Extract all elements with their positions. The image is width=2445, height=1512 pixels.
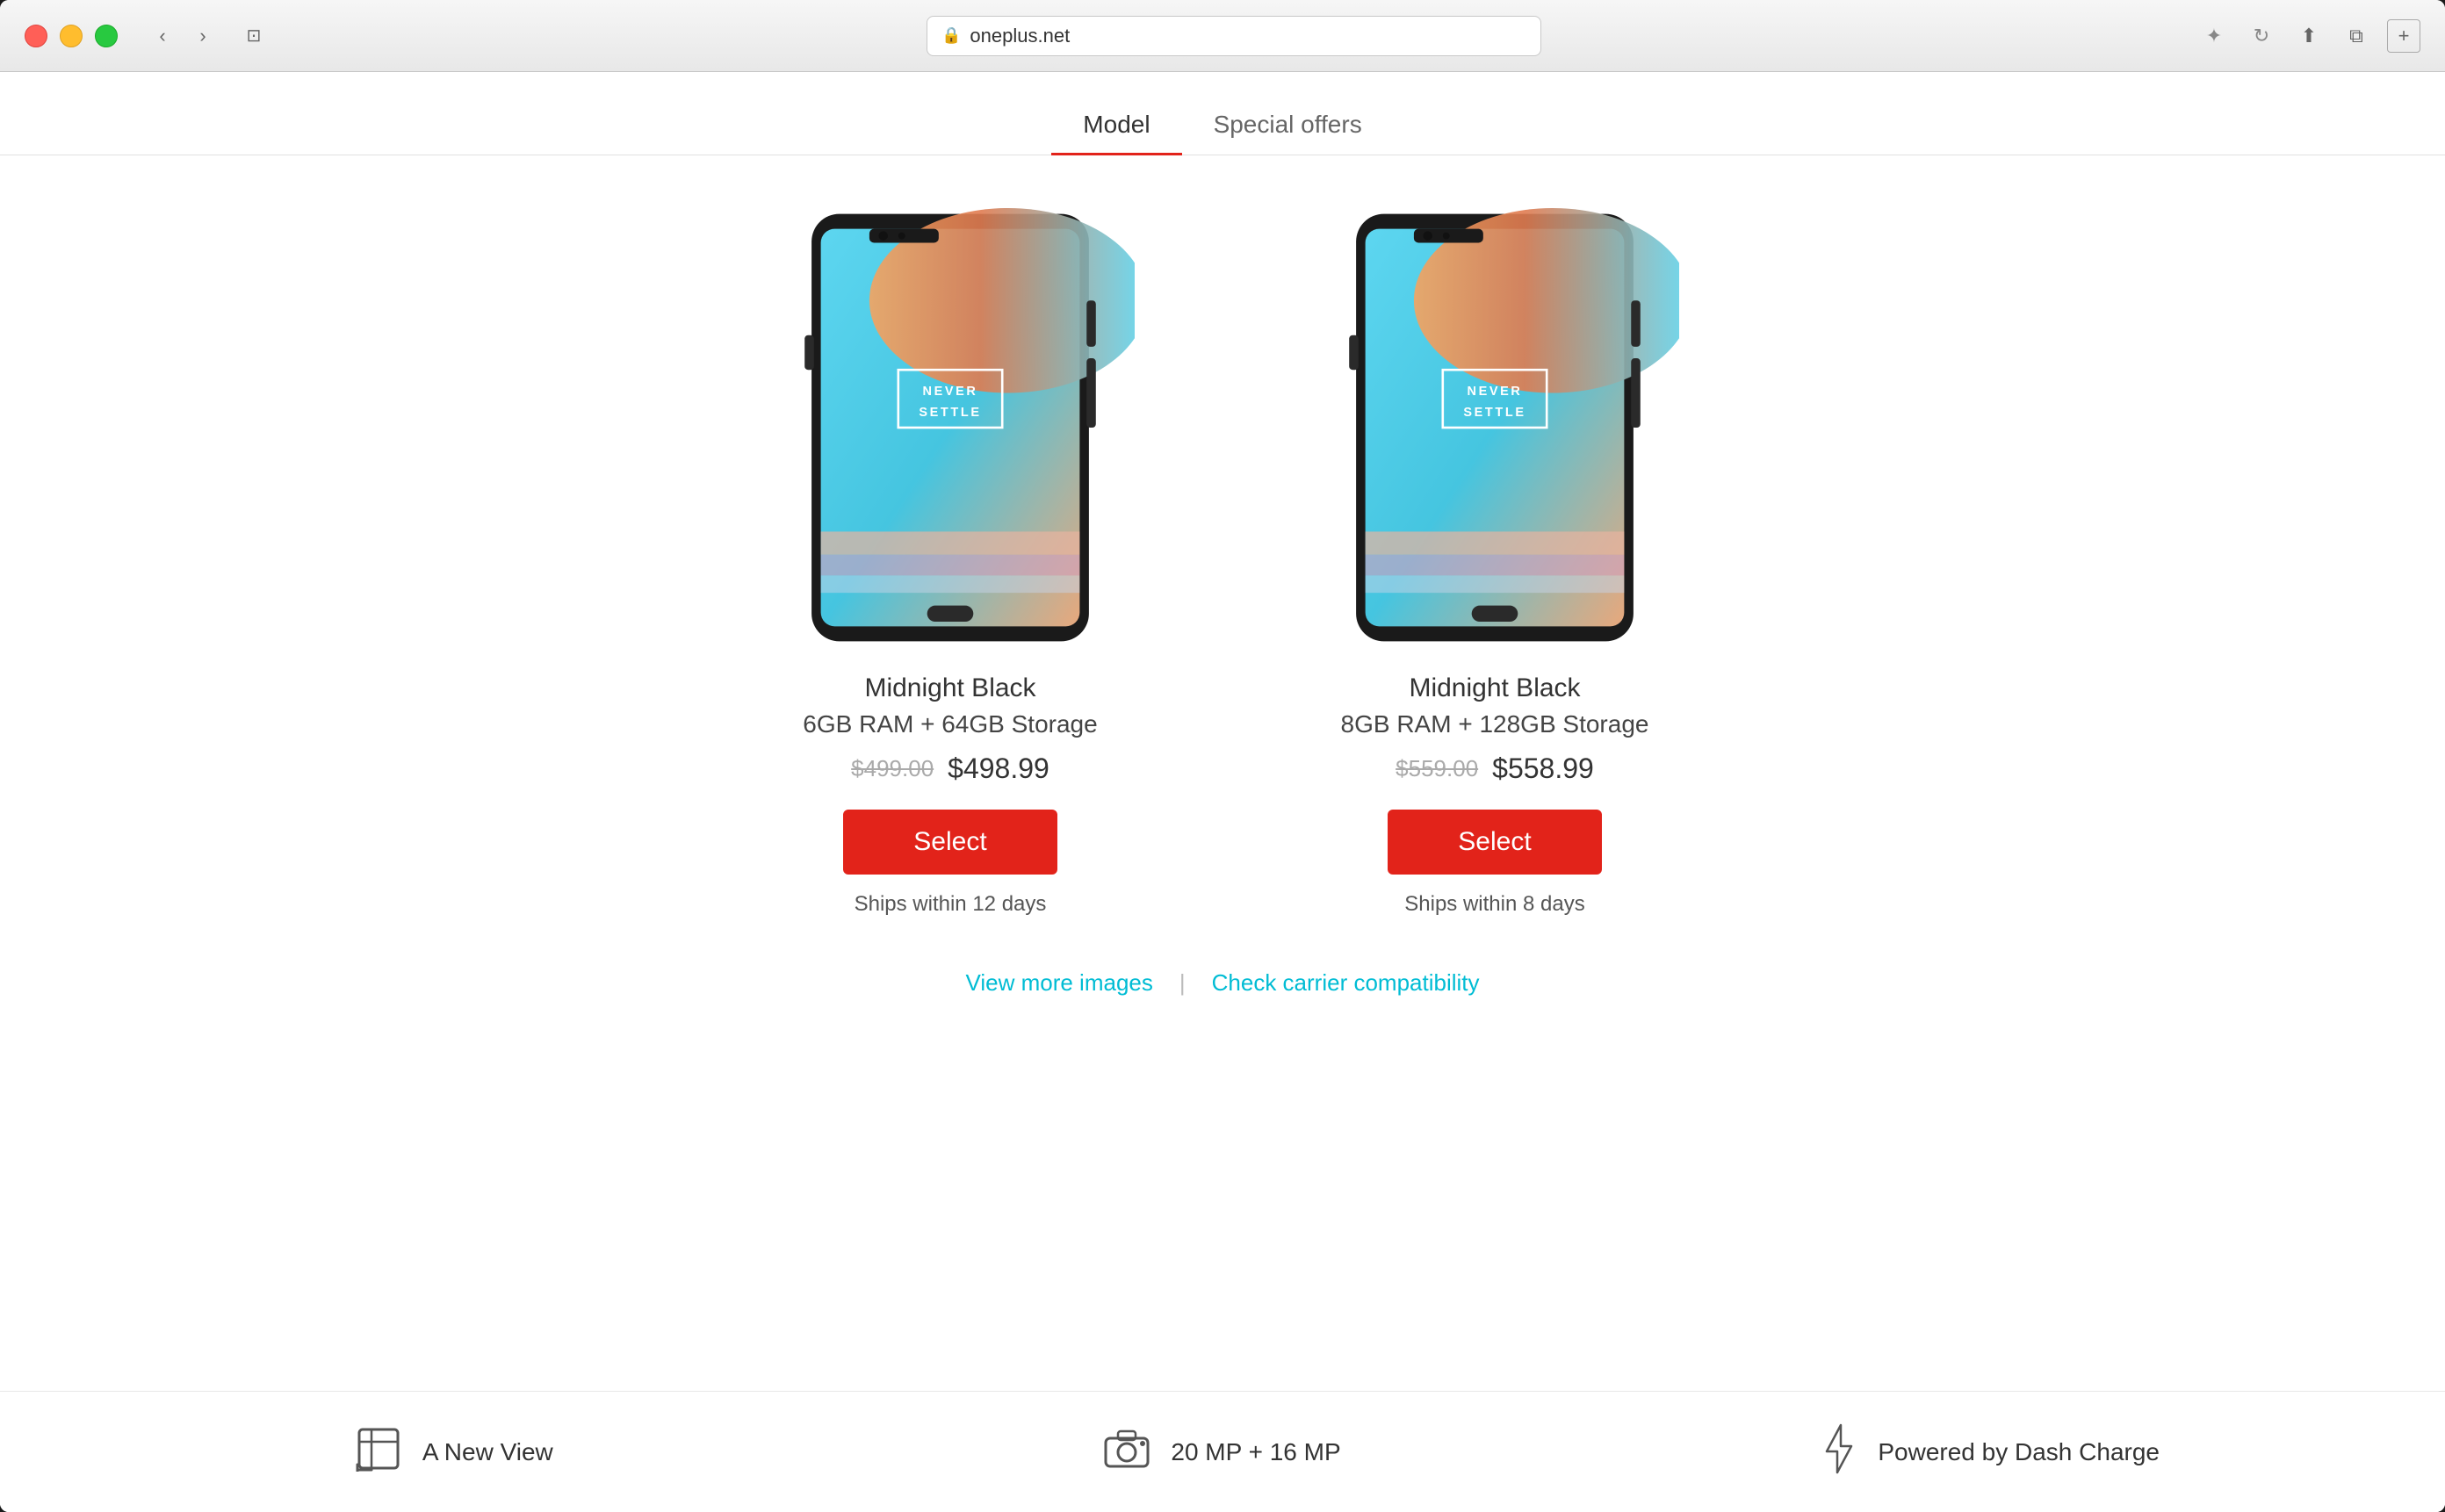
product-1-price: $499.00 $498.99 bbox=[851, 752, 1049, 785]
close-button[interactable] bbox=[25, 25, 47, 47]
camera-icon bbox=[1104, 1429, 1150, 1474]
svg-text:NEVER: NEVER bbox=[1467, 385, 1522, 399]
check-carrier-link[interactable]: Check carrier compatibility bbox=[1212, 969, 1480, 997]
sidebar-toggle-button[interactable]: ⊡ bbox=[237, 19, 270, 53]
maximize-button[interactable] bbox=[95, 25, 118, 47]
refresh-icon: ↻ bbox=[2254, 25, 2269, 47]
feature-3-text: Powered by Dash Charge bbox=[1878, 1438, 2160, 1466]
svg-text:SETTLE: SETTLE bbox=[1463, 406, 1525, 420]
tab-special-offers[interactable]: Special offers bbox=[1182, 97, 1394, 155]
svg-text:SETTLE: SETTLE bbox=[919, 406, 981, 420]
products-section: NEVER SETTLE bbox=[0, 155, 2445, 1391]
bookmark-button[interactable]: ✦ bbox=[2197, 19, 2231, 53]
bottom-links: View more images | Check carrier compati… bbox=[965, 969, 1479, 997]
products-row: NEVER SETTLE bbox=[722, 208, 1723, 917]
links-divider: | bbox=[1179, 969, 1186, 997]
feature-2-text: 20 MP + 16 MP bbox=[1171, 1438, 1340, 1466]
browser-window: ‹ › ⊡ 🔒 oneplus.net ✦ ↻ ⬆ ⧉ bbox=[0, 0, 2445, 1512]
product-2-price: $559.00 $558.99 bbox=[1396, 752, 1594, 785]
tabview-icon: ⧉ bbox=[2349, 25, 2363, 47]
page-content: Model Special offers bbox=[0, 72, 2445, 1512]
product-card-2: NEVER SETTLE Midnight Black 8GB RAM + bbox=[1266, 208, 1723, 917]
feature-1-text: A New View bbox=[422, 1438, 553, 1466]
address-bar-container: 🔒 oneplus.net bbox=[288, 16, 2180, 56]
sidebar-icon: ⊡ bbox=[247, 25, 262, 47]
view-images-link[interactable]: View more images bbox=[965, 969, 1152, 997]
product-2-name: Midnight Black bbox=[1409, 673, 1580, 703]
product-2-select-button[interactable]: Select bbox=[1388, 810, 1601, 875]
toolbar-right: ✦ ↻ ⬆ ⧉ + bbox=[2197, 19, 2420, 53]
address-bar[interactable]: 🔒 oneplus.net bbox=[927, 16, 1541, 56]
star-icon: ✦ bbox=[2206, 25, 2222, 47]
feature-item-dash: Powered by Dash Charge bbox=[1606, 1423, 2375, 1480]
minimize-button[interactable] bbox=[60, 25, 83, 47]
plus-icon: + bbox=[2398, 25, 2410, 47]
traffic-lights bbox=[25, 25, 118, 47]
product-1-select-button[interactable]: Select bbox=[843, 810, 1057, 875]
product-2-storage: 8GB RAM + 128GB Storage bbox=[1341, 710, 1649, 738]
product-1-price-old: $499.00 bbox=[851, 755, 934, 782]
product-2-price-new: $558.99 bbox=[1492, 752, 1594, 785]
new-view-icon bbox=[356, 1426, 401, 1478]
feature-item-view: A New View bbox=[70, 1426, 839, 1478]
product-1-ships-text: Ships within 12 days bbox=[855, 892, 1047, 917]
phone-image-1: NEVER SETTLE bbox=[766, 208, 1135, 647]
lock-icon: 🔒 bbox=[941, 26, 961, 45]
share-icon: ⬆ bbox=[2301, 25, 2317, 47]
product-1-price-new: $498.99 bbox=[948, 752, 1049, 785]
product-card-1: NEVER SETTLE bbox=[722, 208, 1179, 917]
phone-image-2: NEVER SETTLE bbox=[1310, 208, 1679, 647]
refresh-button[interactable]: ↻ bbox=[2245, 19, 2278, 53]
new-tab-button[interactable]: + bbox=[2387, 19, 2420, 53]
forward-button[interactable]: › bbox=[186, 19, 220, 53]
tab-model[interactable]: Model bbox=[1051, 97, 1181, 155]
nav-buttons: ‹ › bbox=[146, 19, 220, 53]
url-text: oneplus.net bbox=[970, 25, 1070, 47]
product-2-ships-text: Ships within 8 days bbox=[1404, 892, 1584, 917]
feature-item-camera: 20 MP + 16 MP bbox=[839, 1429, 1607, 1474]
product-1-storage: 6GB RAM + 64GB Storage bbox=[803, 710, 1097, 738]
dash-charge-icon bbox=[1821, 1423, 1857, 1480]
product-2-price-old: $559.00 bbox=[1396, 755, 1478, 782]
svg-text:NEVER: NEVER bbox=[922, 385, 977, 399]
back-button[interactable]: ‹ bbox=[146, 19, 179, 53]
tabs-container: Model Special offers bbox=[0, 72, 2445, 155]
share-button[interactable]: ⬆ bbox=[2292, 19, 2326, 53]
features-bar: A New View 20 MP + 16 MP bbox=[0, 1391, 2445, 1512]
browser-titlebar: ‹ › ⊡ 🔒 oneplus.net ✦ ↻ ⬆ ⧉ bbox=[0, 0, 2445, 72]
product-1-name: Midnight Black bbox=[864, 673, 1035, 703]
tab-view-button[interactable]: ⧉ bbox=[2340, 19, 2373, 53]
